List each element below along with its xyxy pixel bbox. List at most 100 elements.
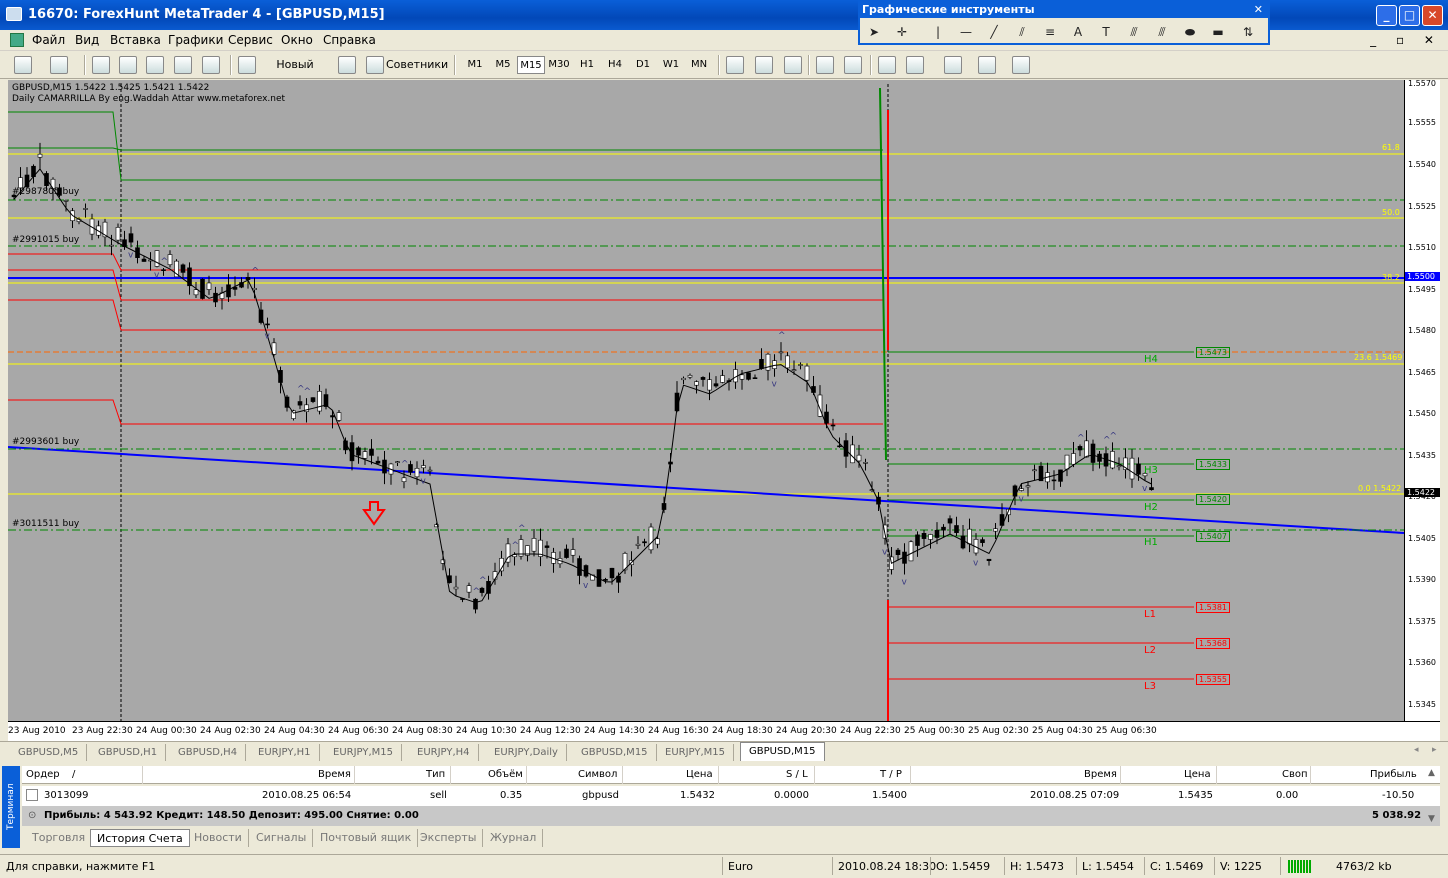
experts-button[interactable]: Советники <box>386 54 448 76</box>
col-close-time[interactable]: Время <box>1084 769 1117 780</box>
cursor-icon[interactable]: ➤ <box>864 22 884 42</box>
col-swap[interactable]: Своп <box>1282 769 1308 780</box>
order-label[interactable]: #2993601 buy <box>12 437 79 447</box>
tab-scroll-right-icon[interactable]: ▸ <box>1432 745 1437 755</box>
terminal-icon[interactable] <box>174 56 192 74</box>
market-watch-icon[interactable] <box>92 56 110 74</box>
chart-tab[interactable]: EURJPY,M15 <box>657 744 734 761</box>
vertical-line-icon[interactable]: | <box>928 22 948 42</box>
arrows-icon[interactable]: ⇅ <box>1238 22 1258 42</box>
maximize-button[interactable]: □ <box>1399 5 1420 26</box>
horizontal-line-icon[interactable]: — <box>956 22 976 42</box>
tf-m1[interactable]: M1 <box>462 56 488 74</box>
chart-tab-active[interactable]: GBPUSD,M15 <box>740 742 825 761</box>
tab-trade[interactable]: Торговля <box>26 829 93 847</box>
chart-shift-icon[interactable] <box>906 56 924 74</box>
fibonacci-icon[interactable]: ≡ <box>1040 22 1060 42</box>
col-price[interactable]: Цена <box>686 769 713 780</box>
zoom-out-icon[interactable] <box>844 56 862 74</box>
price-chart[interactable]: v v ^ ^ v ^ ^ ^ v ^ ^ ^ ^ v v ^ v v v v ^ ^ ^ v GBPUSD,M15 1.54… <box>8 80 1404 721</box>
col-symbol[interactable]: Символ <box>578 769 617 780</box>
separator <box>808 55 810 75</box>
text-label-icon[interactable]: T <box>1096 22 1116 42</box>
order-label[interactable]: #3011511 buy <box>12 519 79 529</box>
text-icon[interactable]: A <box>1068 22 1088 42</box>
chart-tab[interactable]: EURJPY,H1 <box>250 744 320 761</box>
col-open-time[interactable]: Время <box>318 769 351 780</box>
tf-mn[interactable]: MN <box>686 56 712 74</box>
tf-h1[interactable]: H1 <box>574 56 600 74</box>
tf-h4[interactable]: H4 <box>602 56 628 74</box>
new-chart-icon[interactable] <box>14 56 32 74</box>
tf-d1[interactable]: D1 <box>630 56 656 74</box>
trendline-icon[interactable]: ╱ <box>984 22 1004 42</box>
col-profit[interactable]: Прибыль <box>1370 769 1417 780</box>
chart-tab[interactable]: EURJPY,M15 <box>325 744 402 761</box>
tf-m15[interactable]: M15 <box>517 56 545 74</box>
trend-line[interactable] <box>8 446 1404 534</box>
new-order-button[interactable]: Новый Ордер <box>258 54 332 93</box>
chart-tab[interactable]: GBPUSD,M15 <box>573 744 657 761</box>
ellipse-icon[interactable]: ⬬ <box>1180 22 1200 42</box>
tf-w1[interactable]: W1 <box>658 56 684 74</box>
favorites-icon[interactable] <box>146 56 164 74</box>
navigator-icon[interactable] <box>119 56 137 74</box>
equidistant-channel-icon[interactable]: ⫽ <box>1012 22 1032 42</box>
col-order[interactable]: Ордер <box>26 769 60 780</box>
fibo-arc-icon[interactable]: ⫻ <box>1152 22 1172 42</box>
scroll-down-icon[interactable]: ▼ <box>1428 814 1435 824</box>
menu-tools[interactable]: Сервис <box>228 33 273 47</box>
candle-body <box>1149 487 1154 491</box>
chart-tab[interactable]: EURJPY,Daily <box>486 744 567 761</box>
candle-body <box>798 364 803 366</box>
menu-help[interactable]: Справка <box>323 33 376 47</box>
metaeditor-icon[interactable] <box>338 56 356 74</box>
tab-experts[interactable]: Эксперты <box>414 829 484 847</box>
col-tp[interactable]: T / P <box>880 769 902 780</box>
tab-news[interactable]: Новости <box>188 829 249 847</box>
close-button[interactable]: ✕ <box>1422 5 1443 26</box>
menu-charts[interactable]: Графики <box>168 33 223 47</box>
line-chart-icon[interactable] <box>784 56 802 74</box>
zoom-in-icon[interactable] <box>816 56 834 74</box>
bar-chart-icon[interactable] <box>726 56 744 74</box>
close-icon[interactable]: ✕ <box>1254 2 1263 17</box>
tab-signals[interactable]: Сигналы <box>250 829 314 847</box>
tab-mailbox[interactable]: Почтовый ящик <box>314 829 419 847</box>
connection-icon[interactable] <box>1288 860 1312 873</box>
profiles-icon[interactable] <box>50 56 68 74</box>
tf-m30[interactable]: M30 <box>546 56 572 74</box>
order-label[interactable]: #2987805 buy <box>12 187 79 197</box>
menu-view[interactable]: Вид <box>75 33 99 47</box>
chart-tab[interactable]: GBPUSD,M5 <box>10 744 88 761</box>
chart-tab[interactable]: EURJPY,H4 <box>409 744 479 761</box>
crosshair-icon[interactable]: ✛ <box>892 22 912 42</box>
minimize-button[interactable]: _ <box>1376 5 1397 26</box>
col-volume[interactable]: Объём <box>488 769 523 780</box>
scroll-up-icon[interactable]: ▲ <box>1428 768 1435 778</box>
col-close-price[interactable]: Цена <box>1184 769 1211 780</box>
order-label[interactable]: #2991015 buy <box>12 235 79 245</box>
col-type[interactable]: Тип <box>426 769 445 780</box>
menu-file[interactable]: Файл <box>32 33 65 47</box>
mdi-controls[interactable]: _ ▫ ✕ <box>1370 33 1442 47</box>
chart-tab[interactable]: GBPUSD,H4 <box>170 744 247 761</box>
tf-m5[interactable]: M5 <box>490 56 516 74</box>
chart-tab[interactable]: GBPUSD,H1 <box>90 744 167 761</box>
rectangle-icon[interactable]: ▬ <box>1208 22 1228 42</box>
table-row[interactable]: 3013099 2010.08.25 06:54 sell 0.35 gbpus… <box>22 786 1440 806</box>
col-sl[interactable]: S / L <box>786 769 808 780</box>
tab-journal[interactable]: Журнал <box>484 829 544 847</box>
tab-account-history[interactable]: История Счета <box>90 829 190 847</box>
menu-insert[interactable]: Вставка <box>110 33 161 47</box>
candlestick-icon[interactable] <box>755 56 773 74</box>
periods-icon[interactable] <box>978 56 996 74</box>
tab-scroll-left-icon[interactable]: ◂ <box>1414 745 1419 755</box>
fibo-fan-icon[interactable]: ⫻ <box>1124 22 1144 42</box>
autoscroll-icon[interactable] <box>878 56 896 74</box>
fractal-down-icon: v <box>265 331 271 341</box>
indicators-icon[interactable] <box>944 56 962 74</box>
templates-icon[interactable] <box>1012 56 1030 74</box>
menu-window[interactable]: Окно <box>281 33 313 47</box>
tester-icon[interactable] <box>202 56 220 74</box>
